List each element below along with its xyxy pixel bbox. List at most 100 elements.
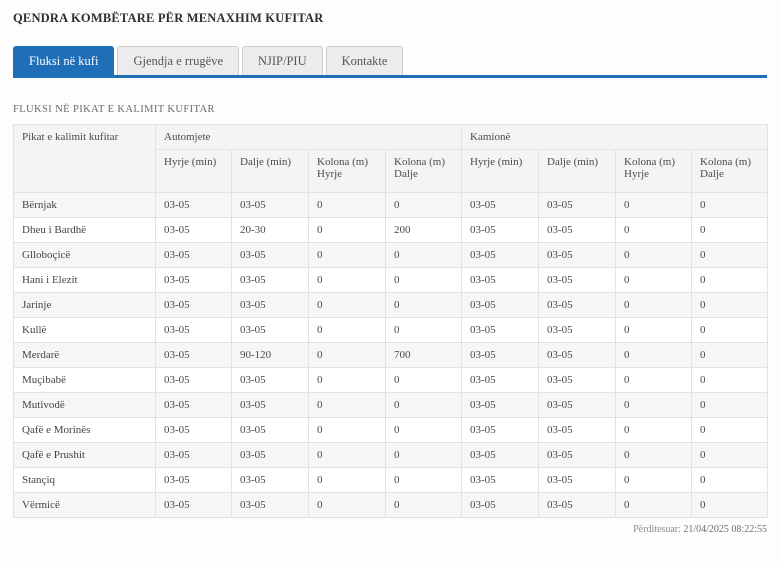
- cell-crossing-name: Merdarë: [14, 343, 156, 368]
- cell-value: 0: [616, 268, 692, 293]
- cell-value: 03-05: [156, 243, 232, 268]
- cell-value: 03-05: [156, 193, 232, 218]
- page-title: QENDRA KOMBËTARE PËR MENAXHIM KUFITAR: [13, 11, 767, 26]
- table-row: Dheu i Bardhë03-0520-30020003-0503-0500: [14, 218, 768, 243]
- cell-crossing-name: Kullë: [14, 318, 156, 343]
- cell-value: 0: [386, 468, 462, 493]
- cell-value: 03-05: [539, 343, 616, 368]
- column-header-hyrje-min-automjete: Hyrje (min): [156, 150, 232, 193]
- cell-crossing-name: Qafë e Prushit: [14, 443, 156, 468]
- cell-value: 0: [386, 493, 462, 518]
- cell-crossing-name: Dheu i Bardhë: [14, 218, 156, 243]
- column-group-kamione: Kamionë: [462, 125, 768, 150]
- table-row: Vërmicë03-0503-050003-0503-0500: [14, 493, 768, 518]
- cell-value: 0: [616, 368, 692, 393]
- cell-value: 0: [692, 293, 768, 318]
- cell-value: 03-05: [462, 268, 539, 293]
- table-row: Hani i Elezit03-0503-050003-0503-0500: [14, 268, 768, 293]
- column-header-crossing-point: Pikat e kalimit kufitar: [14, 125, 156, 193]
- cell-value: 03-05: [462, 443, 539, 468]
- tab-kontakte[interactable]: Kontakte: [326, 46, 404, 75]
- cell-value: 03-05: [539, 393, 616, 418]
- border-crossings-table: Pikat e kalimit kufitar Automjete Kamion…: [13, 124, 768, 518]
- cell-value: 03-05: [539, 493, 616, 518]
- cell-value: 03-05: [232, 243, 309, 268]
- cell-value: 0: [616, 218, 692, 243]
- page: QENDRA KOMBËTARE PËR MENAXHIM KUFITAR Fl…: [0, 0, 780, 567]
- table-row: Kullë03-0503-050003-0503-0500: [14, 318, 768, 343]
- cell-value: 03-05: [462, 343, 539, 368]
- table-row: Mutivodë03-0503-050003-0503-0500: [14, 393, 768, 418]
- column-header-kolona-dalje-automjete: Kolona (m) Dalje: [386, 150, 462, 193]
- table-row: Muçibabë03-0503-050003-0503-0500: [14, 368, 768, 393]
- cell-value: 03-05: [462, 468, 539, 493]
- cell-value: 0: [616, 193, 692, 218]
- cell-value: 03-05: [156, 493, 232, 518]
- tab-fluksi-ne-kufi[interactable]: Fluksi në kufi: [13, 46, 114, 75]
- cell-value: 0: [616, 468, 692, 493]
- table-row: Bërnjak03-0503-050003-0503-0500: [14, 193, 768, 218]
- cell-value: 0: [616, 493, 692, 518]
- tab-gjendja-e-rrugeve[interactable]: Gjendja e rrugëve: [117, 46, 239, 75]
- cell-value: 03-05: [232, 443, 309, 468]
- cell-value: 03-05: [232, 368, 309, 393]
- cell-crossing-name: Hani i Elezit: [14, 268, 156, 293]
- cell-value: 03-05: [156, 393, 232, 418]
- tab-bar: Fluksi në kufi Gjendja e rrugëve NJIP/PI…: [13, 46, 767, 78]
- cell-value: 03-05: [156, 218, 232, 243]
- cell-value: 03-05: [539, 293, 616, 318]
- cell-value: 03-05: [539, 418, 616, 443]
- cell-value: 03-05: [462, 493, 539, 518]
- cell-value: 03-05: [156, 268, 232, 293]
- cell-value: 03-05: [462, 318, 539, 343]
- column-header-dalje-min-automjete: Dalje (min): [232, 150, 309, 193]
- cell-value: 03-05: [156, 368, 232, 393]
- cell-crossing-name: Mutivodë: [14, 393, 156, 418]
- cell-value: 0: [692, 318, 768, 343]
- column-group-automjete: Automjete: [156, 125, 462, 150]
- cell-value: 0: [386, 368, 462, 393]
- cell-crossing-name: Qafë e Morinës: [14, 418, 156, 443]
- cell-value: 03-05: [539, 318, 616, 343]
- table-row: Stançiq03-0503-050003-0503-0500: [14, 468, 768, 493]
- cell-value: 0: [309, 193, 386, 218]
- cell-value: 03-05: [232, 493, 309, 518]
- cell-value: 03-05: [232, 193, 309, 218]
- cell-value: 03-05: [539, 268, 616, 293]
- cell-value: 0: [309, 368, 386, 393]
- table-row: Glloboçicë03-0503-050003-0503-0500: [14, 243, 768, 268]
- table-row: Qafë e Prushit03-0503-050003-0503-0500: [14, 443, 768, 468]
- cell-value: 0: [692, 193, 768, 218]
- cell-value: 03-05: [232, 268, 309, 293]
- cell-value: 0: [692, 218, 768, 243]
- column-header-kolona-hyrje-automjete: Kolona (m) Hyrje: [309, 150, 386, 193]
- cell-crossing-name: Glloboçicë: [14, 243, 156, 268]
- cell-value: 0: [616, 243, 692, 268]
- cell-value: 0: [692, 368, 768, 393]
- cell-value: 03-05: [539, 468, 616, 493]
- table-header-row-groups: Pikat e kalimit kufitar Automjete Kamion…: [14, 125, 768, 150]
- cell-value: 03-05: [156, 468, 232, 493]
- cell-value: 03-05: [462, 393, 539, 418]
- cell-value: 0: [309, 268, 386, 293]
- cell-value: 0: [692, 343, 768, 368]
- cell-value: 0: [386, 393, 462, 418]
- last-updated-label: Përditesuar:: [633, 524, 681, 535]
- table-row: Qafë e Morinës03-0503-050003-0503-0500: [14, 418, 768, 443]
- cell-value: 0: [309, 293, 386, 318]
- cell-value: 03-05: [539, 218, 616, 243]
- cell-value: 03-05: [232, 293, 309, 318]
- tab-njip-piu[interactable]: NJIP/PIU: [242, 46, 323, 75]
- table-row: Merdarë03-0590-120070003-0503-0500: [14, 343, 768, 368]
- cell-value: 200: [386, 218, 462, 243]
- cell-value: 03-05: [539, 243, 616, 268]
- cell-value: 0: [309, 343, 386, 368]
- cell-value: 0: [386, 293, 462, 318]
- cell-crossing-name: Jarinje: [14, 293, 156, 318]
- cell-value: 0: [386, 418, 462, 443]
- cell-crossing-name: Stançiq: [14, 468, 156, 493]
- cell-value: 03-05: [156, 293, 232, 318]
- cell-value: 03-05: [232, 418, 309, 443]
- cell-value: 0: [386, 318, 462, 343]
- cell-value: 0: [386, 443, 462, 468]
